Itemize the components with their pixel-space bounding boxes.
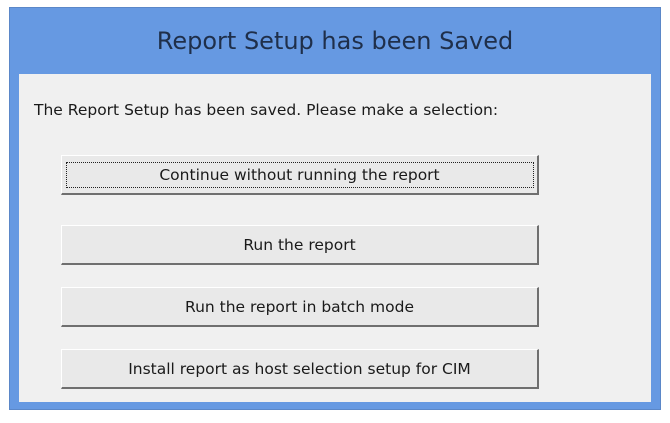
- continue-without-running-button[interactable]: Continue without running the report: [61, 155, 539, 195]
- dialog-title: Report Setup has been Saved: [156, 27, 514, 55]
- run-report-batch-label: Run the report in batch mode: [185, 297, 414, 316]
- run-report-button[interactable]: Run the report: [61, 225, 539, 265]
- install-host-selection-label: Install report as host selection setup f…: [128, 359, 471, 378]
- install-host-selection-button[interactable]: Install report as host selection setup f…: [61, 349, 539, 389]
- run-report-batch-button[interactable]: Run the report in batch mode: [61, 287, 539, 327]
- report-saved-dialog: Report Setup has been Saved The Report S…: [9, 7, 661, 410]
- dialog-body: The Report Setup has been saved. Please …: [19, 74, 651, 402]
- run-report-label: Run the report: [243, 235, 356, 254]
- continue-without-running-label: Continue without running the report: [65, 161, 534, 188]
- dialog-message: The Report Setup has been saved. Please …: [34, 101, 499, 119]
